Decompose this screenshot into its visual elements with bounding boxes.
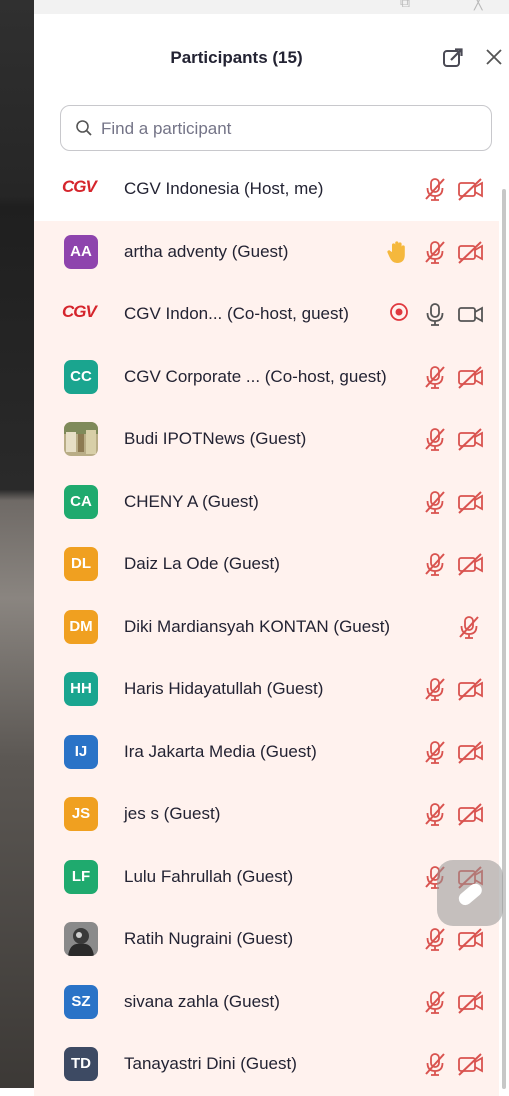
cgv-logo: CGV — [62, 302, 97, 321]
participant-name: Diki Mardiansyah KONTAN (Guest) — [124, 616, 391, 636]
participant-name: Lulu Fahrullah (Guest) — [124, 866, 294, 886]
avatar-photo — [64, 422, 98, 456]
video-off-icon — [456, 801, 484, 832]
mic-muted-icon — [422, 426, 448, 457]
mic-icon — [422, 301, 448, 332]
mic-muted-icon — [422, 364, 448, 395]
avatar-initials: JS — [64, 797, 98, 831]
search-input[interactable] — [99, 114, 483, 144]
mic-muted-icon — [422, 489, 448, 520]
video-off-icon — [456, 551, 484, 582]
floating-reaction-button[interactable] — [437, 860, 503, 926]
participant-name: CHENY A (Guest) — [124, 491, 259, 511]
participant-search[interactable] — [60, 105, 492, 151]
participant-row[interactable]: JS jes s (Guest) — [34, 783, 499, 846]
mic-muted-icon — [422, 801, 448, 832]
avatar-initials: CA — [64, 484, 98, 519]
video-off-icon — [456, 676, 484, 707]
list-scrollbar[interactable] — [502, 189, 506, 1089]
participant-list: CGV CGV Indonesia (Host, me) AA artha adven… — [34, 158, 509, 1096]
video-off-icon — [456, 1051, 484, 1082]
participant-name: Budi IPOTNews (Guest) — [124, 429, 307, 448]
panel-title: Participants (15) — [170, 48, 303, 67]
mic-muted-icon — [422, 239, 448, 270]
participant-name: Daiz La Ode (Guest) — [124, 554, 280, 573]
avatar-initials: CC — [64, 359, 98, 394]
search-icon — [76, 120, 92, 136]
window-titlebar: ⧉ ╳ — [34, 0, 509, 14]
participant-row[interactable]: DL Daiz La Ode (Guest) — [34, 533, 499, 596]
video-off-icon — [456, 176, 484, 207]
participant-row[interactable]: Budi IPOTNews (Guest) — [34, 408, 499, 471]
avatar-initials: HH — [64, 672, 98, 706]
avatar-initials: TD — [64, 1047, 98, 1081]
close-icon[interactable] — [482, 45, 506, 69]
video-background-strip — [0, 0, 34, 1088]
participant-name: Haris Hidayatullah (Guest) — [124, 679, 324, 698]
participant-row[interactable]: HH Haris Hidayatullah (Guest) — [34, 658, 499, 721]
video-off-icon — [456, 489, 484, 520]
participant-row[interactable]: IJ Ira Jakarta Media (Guest) — [34, 720, 499, 783]
participant-name: artha adventy (Guest) — [124, 241, 289, 261]
mic-muted-icon — [422, 176, 448, 207]
avatar-initials: DL — [64, 547, 98, 581]
participant-row[interactable]: CA CHENY A (Guest) — [34, 470, 499, 533]
video-icon — [456, 301, 484, 332]
mic-muted-icon — [422, 926, 448, 957]
participants-panel: Participants (15) CGV CGV Indonesia (Host… — [34, 14, 509, 1096]
avatar-initials: IJ — [64, 734, 98, 769]
participant-row[interactable]: CGV CGV Indonesia (Host, me) — [34, 158, 499, 221]
video-off-icon — [456, 739, 484, 770]
mic-muted-icon — [422, 1051, 448, 1082]
participant-name: sivana zahla (Guest) — [124, 991, 280, 1011]
participant-row[interactable]: AA artha adventy (Guest) — [34, 220, 499, 283]
participant-row[interactable]: TD Tanayastri Dini (Guest) — [34, 1033, 499, 1096]
participant-name: jes s (Guest) — [124, 804, 221, 823]
mic-muted-icon — [422, 551, 448, 582]
popout-icon[interactable] — [442, 47, 464, 69]
avatar-initials: DM — [64, 609, 98, 644]
participant-name: CGV Corporate ... (Co-host, guest) — [124, 366, 387, 386]
video-off-icon — [456, 926, 484, 957]
mic-muted-icon — [422, 739, 448, 770]
recording-icon — [388, 301, 410, 328]
window-close-icon[interactable]: ╳ — [474, 0, 482, 11]
mic-muted-icon — [456, 614, 482, 645]
video-off-icon — [456, 989, 484, 1020]
participant-row[interactable]: LF Lulu Fahrullah (Guest) — [34, 845, 499, 908]
participant-row[interactable]: CC CGV Corporate ... (Co-host, guest) — [34, 345, 499, 408]
restore-icon[interactable]: ⧉ — [400, 0, 410, 11]
avatar-initials: LF — [64, 859, 98, 894]
video-off-icon — [456, 239, 484, 270]
cgv-logo: CGV — [62, 177, 97, 196]
participant-row[interactable]: DM Diki Mardiansyah KONTAN (Guest) — [34, 595, 499, 658]
raised-hand-icon — [386, 239, 410, 270]
avatar-initials: SZ — [64, 984, 98, 1019]
participant-name: CGV Indon... (Co-host, guest) — [124, 304, 349, 323]
video-off-icon — [456, 364, 484, 395]
participant-row[interactable]: SZ sivana zahla (Guest) — [34, 970, 499, 1033]
participant-name: CGV Indonesia (Host, me) — [124, 179, 324, 198]
participant-name: Ratih Nugraini (Guest) — [124, 929, 294, 948]
participant-row[interactable]: CGV CGV Indon... (Co-host, guest) — [34, 283, 499, 346]
avatar-photo — [64, 922, 98, 956]
participant-name: Tanayastri Dini (Guest) — [124, 1054, 297, 1073]
participant-name: Ira Jakarta Media (Guest) — [124, 741, 317, 761]
participant-row[interactable]: Ratih Nugraini (Guest) — [34, 908, 499, 971]
panel-header: Participants (15) — [34, 14, 509, 98]
mic-muted-icon — [422, 676, 448, 707]
video-off-icon — [456, 426, 484, 457]
mic-muted-icon — [422, 989, 448, 1020]
avatar-initials: AA — [64, 234, 98, 269]
